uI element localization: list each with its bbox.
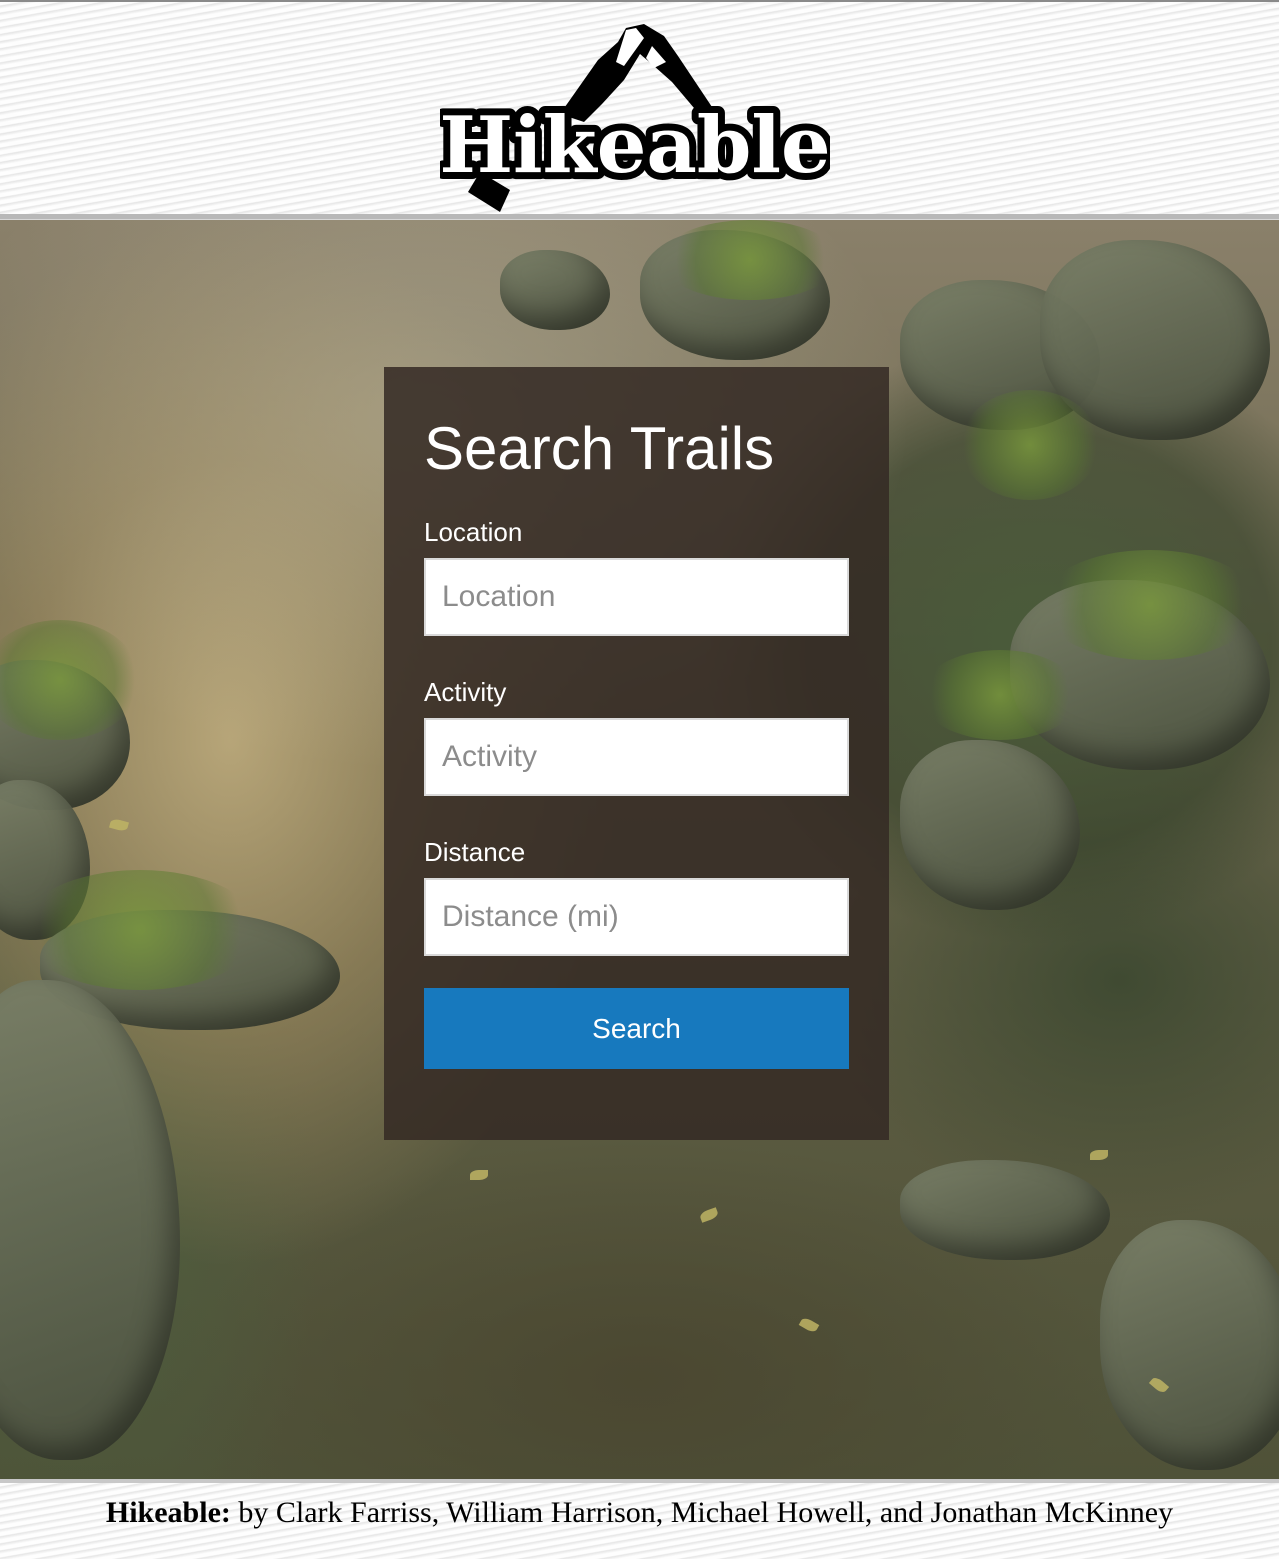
hikeable-logo[interactable]: Hikeable xyxy=(440,22,830,220)
panel-title: Search Trails xyxy=(424,415,775,482)
logo-wordmark: Hikeable xyxy=(440,100,830,191)
background-leaf xyxy=(1090,1150,1108,1160)
site-footer: Hikeable: by Clark Farriss, William Harr… xyxy=(0,1479,1279,1559)
background-leaf xyxy=(470,1170,488,1180)
footer-brand: Hikeable: xyxy=(105,1496,231,1529)
location-label: Location xyxy=(424,517,523,547)
site-header: Hikeable xyxy=(0,0,1279,215)
background-moss xyxy=(20,870,260,990)
background-moss xyxy=(660,220,840,300)
search-trails-panel: Search Trails Location Activity Distance… xyxy=(384,367,889,1140)
background-moss xyxy=(920,650,1080,740)
distance-input[interactable] xyxy=(424,878,849,956)
background-moss xyxy=(1040,550,1260,660)
distance-label: Distance xyxy=(424,837,526,867)
footer-credits: Hikeable: by Clark Farriss, William Harr… xyxy=(0,1495,1279,1531)
activity-label: Activity xyxy=(424,677,507,707)
location-input[interactable] xyxy=(424,558,849,636)
footer-authors: by Clark Farriss, William Harrison, Mich… xyxy=(230,1496,1174,1529)
background-moss xyxy=(960,390,1100,500)
activity-input[interactable] xyxy=(424,718,849,796)
search-button[interactable]: Search xyxy=(424,988,849,1069)
